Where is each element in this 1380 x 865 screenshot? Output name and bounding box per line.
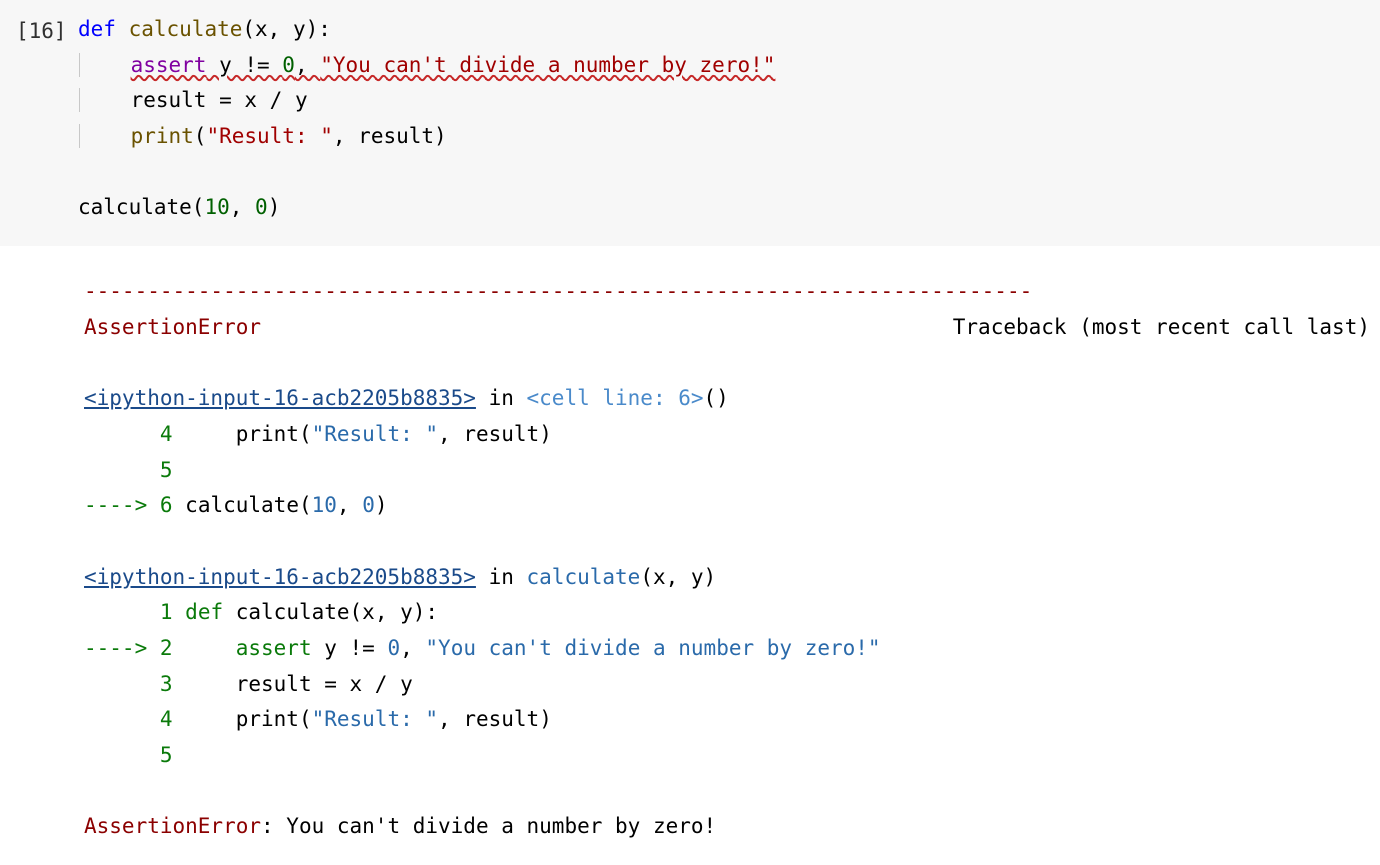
execution-count-prompt: [16] xyxy=(10,12,78,50)
code-line-6[interactable]: calculate(10, 0) xyxy=(78,195,280,219)
traceback-frame-2-line-3: 3 result = x / y xyxy=(84,672,413,696)
code-line-1[interactable]: def calculate(x, y): xyxy=(78,17,331,41)
final-error-line: AssertionError: You can't divide a numbe… xyxy=(84,814,716,838)
output-cell: ----------------------------------------… xyxy=(0,246,1380,865)
traceback-frame-2-line-1: 1 def calculate(x, y): xyxy=(84,600,438,624)
traceback-frame-2-line-4: 4 print("Result: ", result) xyxy=(84,707,552,731)
traceback-frame-1-line-5: 5 xyxy=(84,458,173,482)
traceback-arrow-icon: ----> xyxy=(84,493,160,517)
code-line-2[interactable]: assert y != 0, "You can't divide a numbe… xyxy=(78,53,775,77)
traceback-frame-1-line-4: 4 print("Result: ", result) xyxy=(84,422,552,446)
error-name: AssertionError xyxy=(84,814,261,838)
code-editor[interactable]: def calculate(x, y): assert y != 0, "You… xyxy=(78,12,1370,226)
traceback-output: ----------------------------------------… xyxy=(84,274,1370,845)
lint-warning-underline: assert y != 0, "You can't divide a numbe… xyxy=(131,53,776,77)
traceback-frame-1-file: <ipython-input-16-acb2205b8835> in <cell… xyxy=(84,386,729,410)
error-name: AssertionError xyxy=(84,310,261,346)
traceback-frame-2-file: <ipython-input-16-acb2205b8835> in calcu… xyxy=(84,565,716,589)
code-line-4[interactable]: print("Result: ", result) xyxy=(78,124,447,148)
code-line-3[interactable]: result = x / y xyxy=(78,88,308,112)
file-link[interactable]: <ipython-input-16-acb2205b8835> xyxy=(84,386,476,410)
traceback-frame-2-line-5: 5 xyxy=(84,743,173,767)
traceback-header: AssertionError Traceback (most recent cal… xyxy=(84,310,1370,346)
traceback-arrow-icon: ----> xyxy=(84,636,160,660)
traceback-frame-1-line-6: ----> 6 calculate(10, 0) xyxy=(84,493,388,517)
traceback-frame-2-line-2: ----> 2 assert y != 0, "You can't divide… xyxy=(84,636,881,660)
traceback-label: Traceback (most recent call last) xyxy=(953,310,1370,346)
code-input-cell: [16] def calculate(x, y): assert y != 0,… xyxy=(0,0,1380,246)
file-link[interactable]: <ipython-input-16-acb2205b8835> xyxy=(84,565,476,589)
traceback-separator: ----------------------------------------… xyxy=(84,279,1032,303)
